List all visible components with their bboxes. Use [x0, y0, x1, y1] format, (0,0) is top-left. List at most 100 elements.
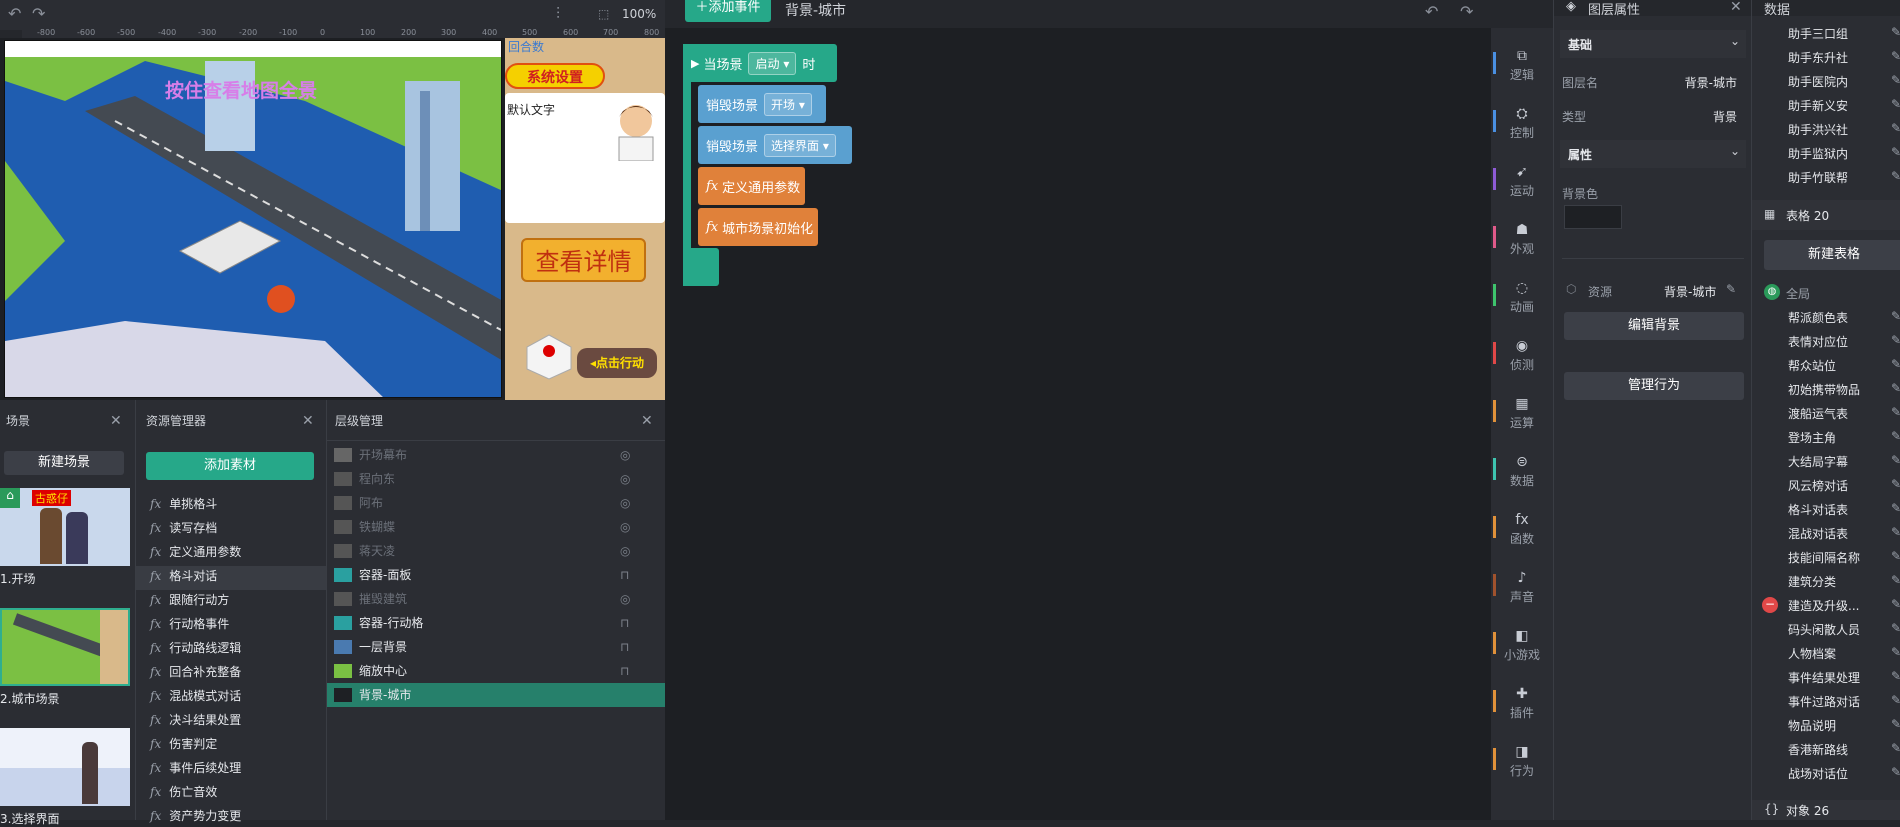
layer-row[interactable]: 容器-面板 ⊓: [327, 563, 665, 587]
toolbox-category[interactable]: ⊜ 数据: [1491, 454, 1553, 489]
scene-thumb-2[interactable]: [0, 608, 130, 686]
resource-item[interactable]: fx 行动路线逻辑: [150, 639, 241, 656]
pencil-icon[interactable]: ✎: [1891, 121, 1900, 135]
click-action-button[interactable]: ◂点击行动: [577, 348, 657, 378]
lock-icon[interactable]: ⊓: [620, 635, 629, 659]
resource-item[interactable]: fx 单挑格斗: [150, 495, 217, 512]
close-icon[interactable]: ✕: [302, 413, 314, 429]
toolbox-category[interactable]: ⧉ 逻辑: [1491, 48, 1553, 83]
pencil-icon[interactable]: ✎: [1891, 73, 1900, 87]
pencil-icon[interactable]: ✎: [1891, 741, 1900, 755]
global-item[interactable]: − 建造及升级... ✎: [1762, 597, 1900, 614]
close-icon[interactable]: ✕: [110, 413, 122, 429]
global-item[interactable]: 混战对话表 ✎: [1788, 525, 1900, 542]
data-item[interactable]: 助手医院内 ✎: [1788, 73, 1900, 90]
global-item[interactable]: 渡船运气表 ✎: [1788, 405, 1900, 422]
global-item[interactable]: 事件结果处理 ✎: [1788, 669, 1900, 686]
pencil-icon[interactable]: ✎: [1891, 49, 1900, 63]
toolbox-category[interactable]: ◧ 小游戏: [1491, 628, 1553, 663]
resource-item[interactable]: fx 定义通用参数: [150, 543, 241, 560]
trigger-block[interactable]: ▶ 当场景 启动 ▾ 时: [683, 44, 837, 82]
zoom-level[interactable]: 100%: [622, 7, 656, 21]
close-icon[interactable]: ✕: [641, 413, 653, 429]
eye-off-icon[interactable]: ◎: [620, 467, 630, 491]
layer-name-value[interactable]: 背景-城市: [1685, 74, 1737, 91]
pencil-icon[interactable]: ✎: [1891, 357, 1900, 371]
resource-item[interactable]: fx 格斗对话: [150, 567, 217, 584]
global-item[interactable]: 格斗对话表 ✎: [1788, 501, 1900, 518]
resource-item[interactable]: fx 跟随行动方: [150, 591, 229, 608]
resource-item[interactable]: fx 混战模式对话: [150, 687, 241, 704]
redo-icon[interactable]: ↷: [32, 4, 45, 23]
scene-dropdown[interactable]: 开场 ▾: [764, 92, 812, 116]
layer-row[interactable]: 一层背景 ⊓: [327, 635, 665, 659]
toolbox-category[interactable]: fx 函数: [1491, 512, 1553, 547]
global-item[interactable]: 码头闲散人员 ✎: [1788, 621, 1900, 638]
function-call-block[interactable]: fx 定义通用参数: [698, 167, 805, 205]
table-section-header[interactable]: ▦ 表格 20: [1752, 200, 1900, 230]
lock-icon[interactable]: ⊓: [620, 611, 629, 635]
pencil-icon[interactable]: ✎: [1891, 501, 1900, 515]
global-item[interactable]: 香港新路线 ✎: [1788, 741, 1900, 758]
global-item[interactable]: 人物档案 ✎: [1788, 645, 1900, 662]
edit-background-button[interactable]: 编辑背景: [1564, 312, 1744, 340]
data-item[interactable]: 助手新义安 ✎: [1788, 97, 1900, 114]
layer-row[interactable]: 容器-行动格 ⊓: [327, 611, 665, 635]
global-item[interactable]: 建筑分类 ✎: [1788, 573, 1900, 590]
objects-section-header[interactable]: {} 对象 26: [1752, 800, 1900, 820]
layer-row[interactable]: 背景-城市: [327, 683, 665, 707]
toolbox-category[interactable]: ◨ 行为: [1491, 744, 1553, 779]
new-table-button[interactable]: 新建表格: [1764, 240, 1900, 270]
undo-icon[interactable]: ↶: [8, 4, 21, 23]
global-item[interactable]: 战场对话位 ✎: [1788, 765, 1900, 782]
pencil-icon[interactable]: ✎: [1891, 693, 1900, 707]
pencil-icon[interactable]: ✎: [1891, 25, 1900, 39]
pencil-icon[interactable]: ✎: [1726, 282, 1736, 296]
pencil-icon[interactable]: ✎: [1891, 717, 1900, 731]
pencil-icon[interactable]: ✎: [1891, 597, 1900, 611]
pencil-icon[interactable]: ✎: [1891, 669, 1900, 683]
layer-row[interactable]: 程向东 ◎: [327, 467, 665, 491]
close-icon[interactable]: ✕: [1730, 0, 1742, 15]
dice-icon[interactable]: [525, 333, 573, 381]
eye-off-icon[interactable]: ◎: [620, 539, 630, 563]
pencil-icon[interactable]: ✎: [1891, 765, 1900, 779]
eye-off-icon[interactable]: ◎: [620, 587, 630, 611]
redo-icon[interactable]: ↷: [1460, 2, 1473, 21]
toolbox-category[interactable]: ➹ 运动: [1491, 164, 1553, 199]
pencil-icon[interactable]: ✎: [1891, 381, 1900, 395]
data-item[interactable]: 助手三口组 ✎: [1788, 25, 1900, 42]
pencil-icon[interactable]: ✎: [1891, 477, 1900, 491]
manage-behavior-button[interactable]: 管理行为: [1564, 372, 1744, 400]
toolbox-category[interactable]: ✚ 插件: [1491, 686, 1553, 721]
data-item[interactable]: 助手竹联帮 ✎: [1788, 169, 1900, 186]
pencil-icon[interactable]: ✎: [1891, 145, 1900, 159]
toolbox-category[interactable]: ◌ 动画: [1491, 280, 1553, 315]
add-event-button[interactable]: ＋添加事件: [685, 0, 771, 22]
data-item[interactable]: 助手监狱内 ✎: [1788, 145, 1900, 162]
pencil-icon[interactable]: ✎: [1891, 573, 1900, 587]
trigger-dropdown[interactable]: 启动 ▾: [748, 51, 797, 75]
global-item[interactable]: 物品说明 ✎: [1788, 717, 1900, 734]
layer-row[interactable]: 开场幕布 ◎: [327, 443, 665, 467]
scene-dropdown[interactable]: 选择界面 ▾: [764, 133, 836, 157]
view-details-button[interactable]: 查看详情: [521, 238, 646, 282]
global-item[interactable]: 表情对应位 ✎: [1788, 333, 1900, 350]
resource-item[interactable]: fx 事件后续处理: [150, 759, 241, 776]
resource-item[interactable]: fx 回合补充整备: [150, 663, 241, 680]
resource-item[interactable]: fx 行动格事件: [150, 615, 229, 632]
pencil-icon[interactable]: ✎: [1891, 645, 1900, 659]
global-item[interactable]: 大结局字幕 ✎: [1788, 453, 1900, 470]
global-item[interactable]: 事件过路对话 ✎: [1788, 693, 1900, 710]
scene-label[interactable]: 3.选择界面: [0, 810, 59, 827]
pencil-icon[interactable]: ✎: [1891, 525, 1900, 539]
global-item[interactable]: 技能间隔名称 ✎: [1788, 549, 1900, 566]
adjust-icon[interactable]: ⫶: [556, 4, 560, 24]
fit-screen-icon[interactable]: ⬚: [598, 7, 609, 21]
section-attributes[interactable]: 属性 ⌄: [1560, 140, 1746, 168]
lock-icon[interactable]: ⊓: [620, 563, 629, 587]
layer-row[interactable]: 铁蝴蝶 ◎: [327, 515, 665, 539]
scene-thumb-1[interactable]: 古惑仔 ⌂: [0, 488, 130, 566]
pencil-icon[interactable]: ✎: [1891, 621, 1900, 635]
pencil-icon[interactable]: ✎: [1891, 333, 1900, 347]
